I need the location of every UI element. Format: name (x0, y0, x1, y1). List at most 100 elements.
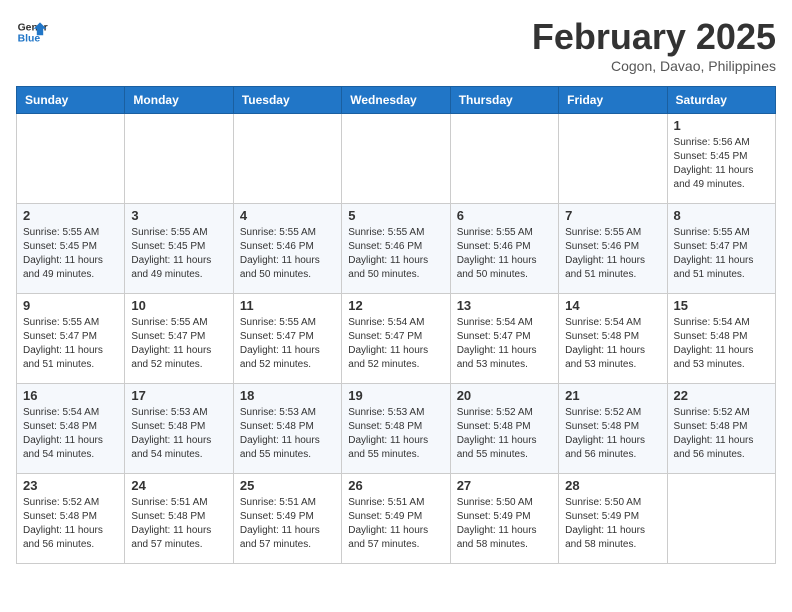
day-number: 14 (565, 298, 660, 313)
calendar-cell: 20 Sunrise: 5:52 AM Sunset: 5:48 PM Dayli… (450, 384, 558, 474)
day-info: Sunrise: 5:54 AM Sunset: 5:48 PM Dayligh… (674, 316, 769, 372)
calendar-cell: 22 Sunrise: 5:52 AM Sunset: 5:48 PM Dayli… (667, 384, 775, 474)
day-number: 9 (23, 298, 118, 313)
day-info: Sunrise: 5:51 AM Sunset: 5:48 PM Dayligh… (131, 496, 226, 552)
day-of-week-header: Wednesday (342, 87, 450, 114)
day-number: 7 (565, 208, 660, 223)
day-number: 6 (457, 208, 552, 223)
day-info: Sunrise: 5:52 AM Sunset: 5:48 PM Dayligh… (674, 406, 769, 462)
calendar-cell (559, 114, 667, 204)
day-number: 3 (131, 208, 226, 223)
day-number: 12 (348, 298, 443, 313)
month-year-title: February 2025 (532, 16, 776, 58)
day-info: Sunrise: 5:55 AM Sunset: 5:46 PM Dayligh… (240, 226, 335, 282)
day-info: Sunrise: 5:54 AM Sunset: 5:47 PM Dayligh… (457, 316, 552, 372)
calendar-cell: 4 Sunrise: 5:55 AM Sunset: 5:46 PM Daylig… (233, 204, 341, 294)
day-number: 23 (23, 478, 118, 493)
day-number: 15 (674, 298, 769, 313)
calendar-cell (667, 474, 775, 564)
calendar-cell: 13 Sunrise: 5:54 AM Sunset: 5:47 PM Dayli… (450, 294, 558, 384)
day-info: Sunrise: 5:52 AM Sunset: 5:48 PM Dayligh… (457, 406, 552, 462)
calendar-cell: 1 Sunrise: 5:56 AM Sunset: 5:45 PM Daylig… (667, 114, 775, 204)
day-info: Sunrise: 5:50 AM Sunset: 5:49 PM Dayligh… (457, 496, 552, 552)
day-number: 16 (23, 388, 118, 403)
logo-icon: General Blue (16, 16, 48, 48)
calendar-cell: 12 Sunrise: 5:54 AM Sunset: 5:47 PM Dayli… (342, 294, 450, 384)
day-info: Sunrise: 5:55 AM Sunset: 5:46 PM Dayligh… (457, 226, 552, 282)
day-number: 22 (674, 388, 769, 403)
calendar-cell: 3 Sunrise: 5:55 AM Sunset: 5:45 PM Daylig… (125, 204, 233, 294)
calendar-cell (233, 114, 341, 204)
calendar-cell: 15 Sunrise: 5:54 AM Sunset: 5:48 PM Dayli… (667, 294, 775, 384)
day-of-week-header: Saturday (667, 87, 775, 114)
day-info: Sunrise: 5:53 AM Sunset: 5:48 PM Dayligh… (131, 406, 226, 462)
calendar-week-row: 16 Sunrise: 5:54 AM Sunset: 5:48 PM Dayli… (17, 384, 776, 474)
calendar-cell: 5 Sunrise: 5:55 AM Sunset: 5:46 PM Daylig… (342, 204, 450, 294)
day-info: Sunrise: 5:55 AM Sunset: 5:45 PM Dayligh… (131, 226, 226, 282)
day-number: 25 (240, 478, 335, 493)
day-number: 8 (674, 208, 769, 223)
calendar-cell: 7 Sunrise: 5:55 AM Sunset: 5:46 PM Daylig… (559, 204, 667, 294)
day-info: Sunrise: 5:54 AM Sunset: 5:47 PM Dayligh… (348, 316, 443, 372)
calendar-cell: 25 Sunrise: 5:51 AM Sunset: 5:49 PM Dayli… (233, 474, 341, 564)
day-number: 5 (348, 208, 443, 223)
calendar-cell: 10 Sunrise: 5:55 AM Sunset: 5:47 PM Dayli… (125, 294, 233, 384)
location-subtitle: Cogon, Davao, Philippines (532, 58, 776, 74)
calendar-week-row: 9 Sunrise: 5:55 AM Sunset: 5:47 PM Daylig… (17, 294, 776, 384)
day-of-week-header: Thursday (450, 87, 558, 114)
day-of-week-header: Tuesday (233, 87, 341, 114)
day-info: Sunrise: 5:52 AM Sunset: 5:48 PM Dayligh… (565, 406, 660, 462)
day-number: 20 (457, 388, 552, 403)
day-info: Sunrise: 5:51 AM Sunset: 5:49 PM Dayligh… (240, 496, 335, 552)
day-number: 19 (348, 388, 443, 403)
day-info: Sunrise: 5:55 AM Sunset: 5:47 PM Dayligh… (131, 316, 226, 372)
day-info: Sunrise: 5:55 AM Sunset: 5:47 PM Dayligh… (23, 316, 118, 372)
day-info: Sunrise: 5:50 AM Sunset: 5:49 PM Dayligh… (565, 496, 660, 552)
calendar-cell (17, 114, 125, 204)
day-info: Sunrise: 5:55 AM Sunset: 5:46 PM Dayligh… (348, 226, 443, 282)
calendar-cell: 24 Sunrise: 5:51 AM Sunset: 5:48 PM Dayli… (125, 474, 233, 564)
calendar-cell: 19 Sunrise: 5:53 AM Sunset: 5:48 PM Dayli… (342, 384, 450, 474)
calendar-cell: 27 Sunrise: 5:50 AM Sunset: 5:49 PM Dayli… (450, 474, 558, 564)
day-info: Sunrise: 5:52 AM Sunset: 5:48 PM Dayligh… (23, 496, 118, 552)
calendar-week-row: 1 Sunrise: 5:56 AM Sunset: 5:45 PM Daylig… (17, 114, 776, 204)
calendar-week-row: 23 Sunrise: 5:52 AM Sunset: 5:48 PM Dayli… (17, 474, 776, 564)
day-number: 2 (23, 208, 118, 223)
day-number: 10 (131, 298, 226, 313)
day-number: 4 (240, 208, 335, 223)
calendar-cell: 14 Sunrise: 5:54 AM Sunset: 5:48 PM Dayli… (559, 294, 667, 384)
svg-text:Blue: Blue (18, 34, 41, 45)
calendar-cell: 2Sunrise: 5:55 AM Sunset: 5:45 PM Daylig… (17, 204, 125, 294)
day-info: Sunrise: 5:55 AM Sunset: 5:47 PM Dayligh… (674, 226, 769, 282)
calendar-cell: 6 Sunrise: 5:55 AM Sunset: 5:46 PM Daylig… (450, 204, 558, 294)
calendar-cell (125, 114, 233, 204)
day-number: 27 (457, 478, 552, 493)
day-number: 18 (240, 388, 335, 403)
calendar-table: SundayMondayTuesdayWednesdayThursdayFrid… (16, 86, 776, 564)
day-number: 1 (674, 118, 769, 133)
day-number: 11 (240, 298, 335, 313)
day-info: Sunrise: 5:54 AM Sunset: 5:48 PM Dayligh… (565, 316, 660, 372)
day-info: Sunrise: 5:54 AM Sunset: 5:48 PM Dayligh… (23, 406, 118, 462)
calendar-cell: 26 Sunrise: 5:51 AM Sunset: 5:49 PM Dayli… (342, 474, 450, 564)
day-info: Sunrise: 5:55 AM Sunset: 5:46 PM Dayligh… (565, 226, 660, 282)
day-info: Sunrise: 5:51 AM Sunset: 5:49 PM Dayligh… (348, 496, 443, 552)
calendar-cell: 18Sunrise: 5:53 AM Sunset: 5:48 PM Dayli… (233, 384, 341, 474)
day-number: 26 (348, 478, 443, 493)
day-of-week-header: Monday (125, 87, 233, 114)
day-number: 21 (565, 388, 660, 403)
calendar-cell: 9 Sunrise: 5:55 AM Sunset: 5:47 PM Daylig… (17, 294, 125, 384)
title-block: February 2025 Cogon, Davao, Philippines (532, 16, 776, 74)
day-number: 24 (131, 478, 226, 493)
calendar-cell: 28Sunrise: 5:50 AM Sunset: 5:49 PM Dayli… (559, 474, 667, 564)
calendar-cell: 21 Sunrise: 5:52 AM Sunset: 5:48 PM Dayli… (559, 384, 667, 474)
day-info: Sunrise: 5:56 AM Sunset: 5:45 PM Dayligh… (674, 136, 769, 192)
day-of-week-header: Sunday (17, 87, 125, 114)
calendar-cell (450, 114, 558, 204)
calendar-cell: 16 Sunrise: 5:54 AM Sunset: 5:48 PM Dayli… (17, 384, 125, 474)
calendar-cell: 8 Sunrise: 5:55 AM Sunset: 5:47 PM Daylig… (667, 204, 775, 294)
day-info: Sunrise: 5:53 AM Sunset: 5:48 PM Dayligh… (348, 406, 443, 462)
day-of-week-header: Friday (559, 87, 667, 114)
calendar-cell: 17Sunrise: 5:53 AM Sunset: 5:48 PM Dayli… (125, 384, 233, 474)
day-number: 13 (457, 298, 552, 313)
